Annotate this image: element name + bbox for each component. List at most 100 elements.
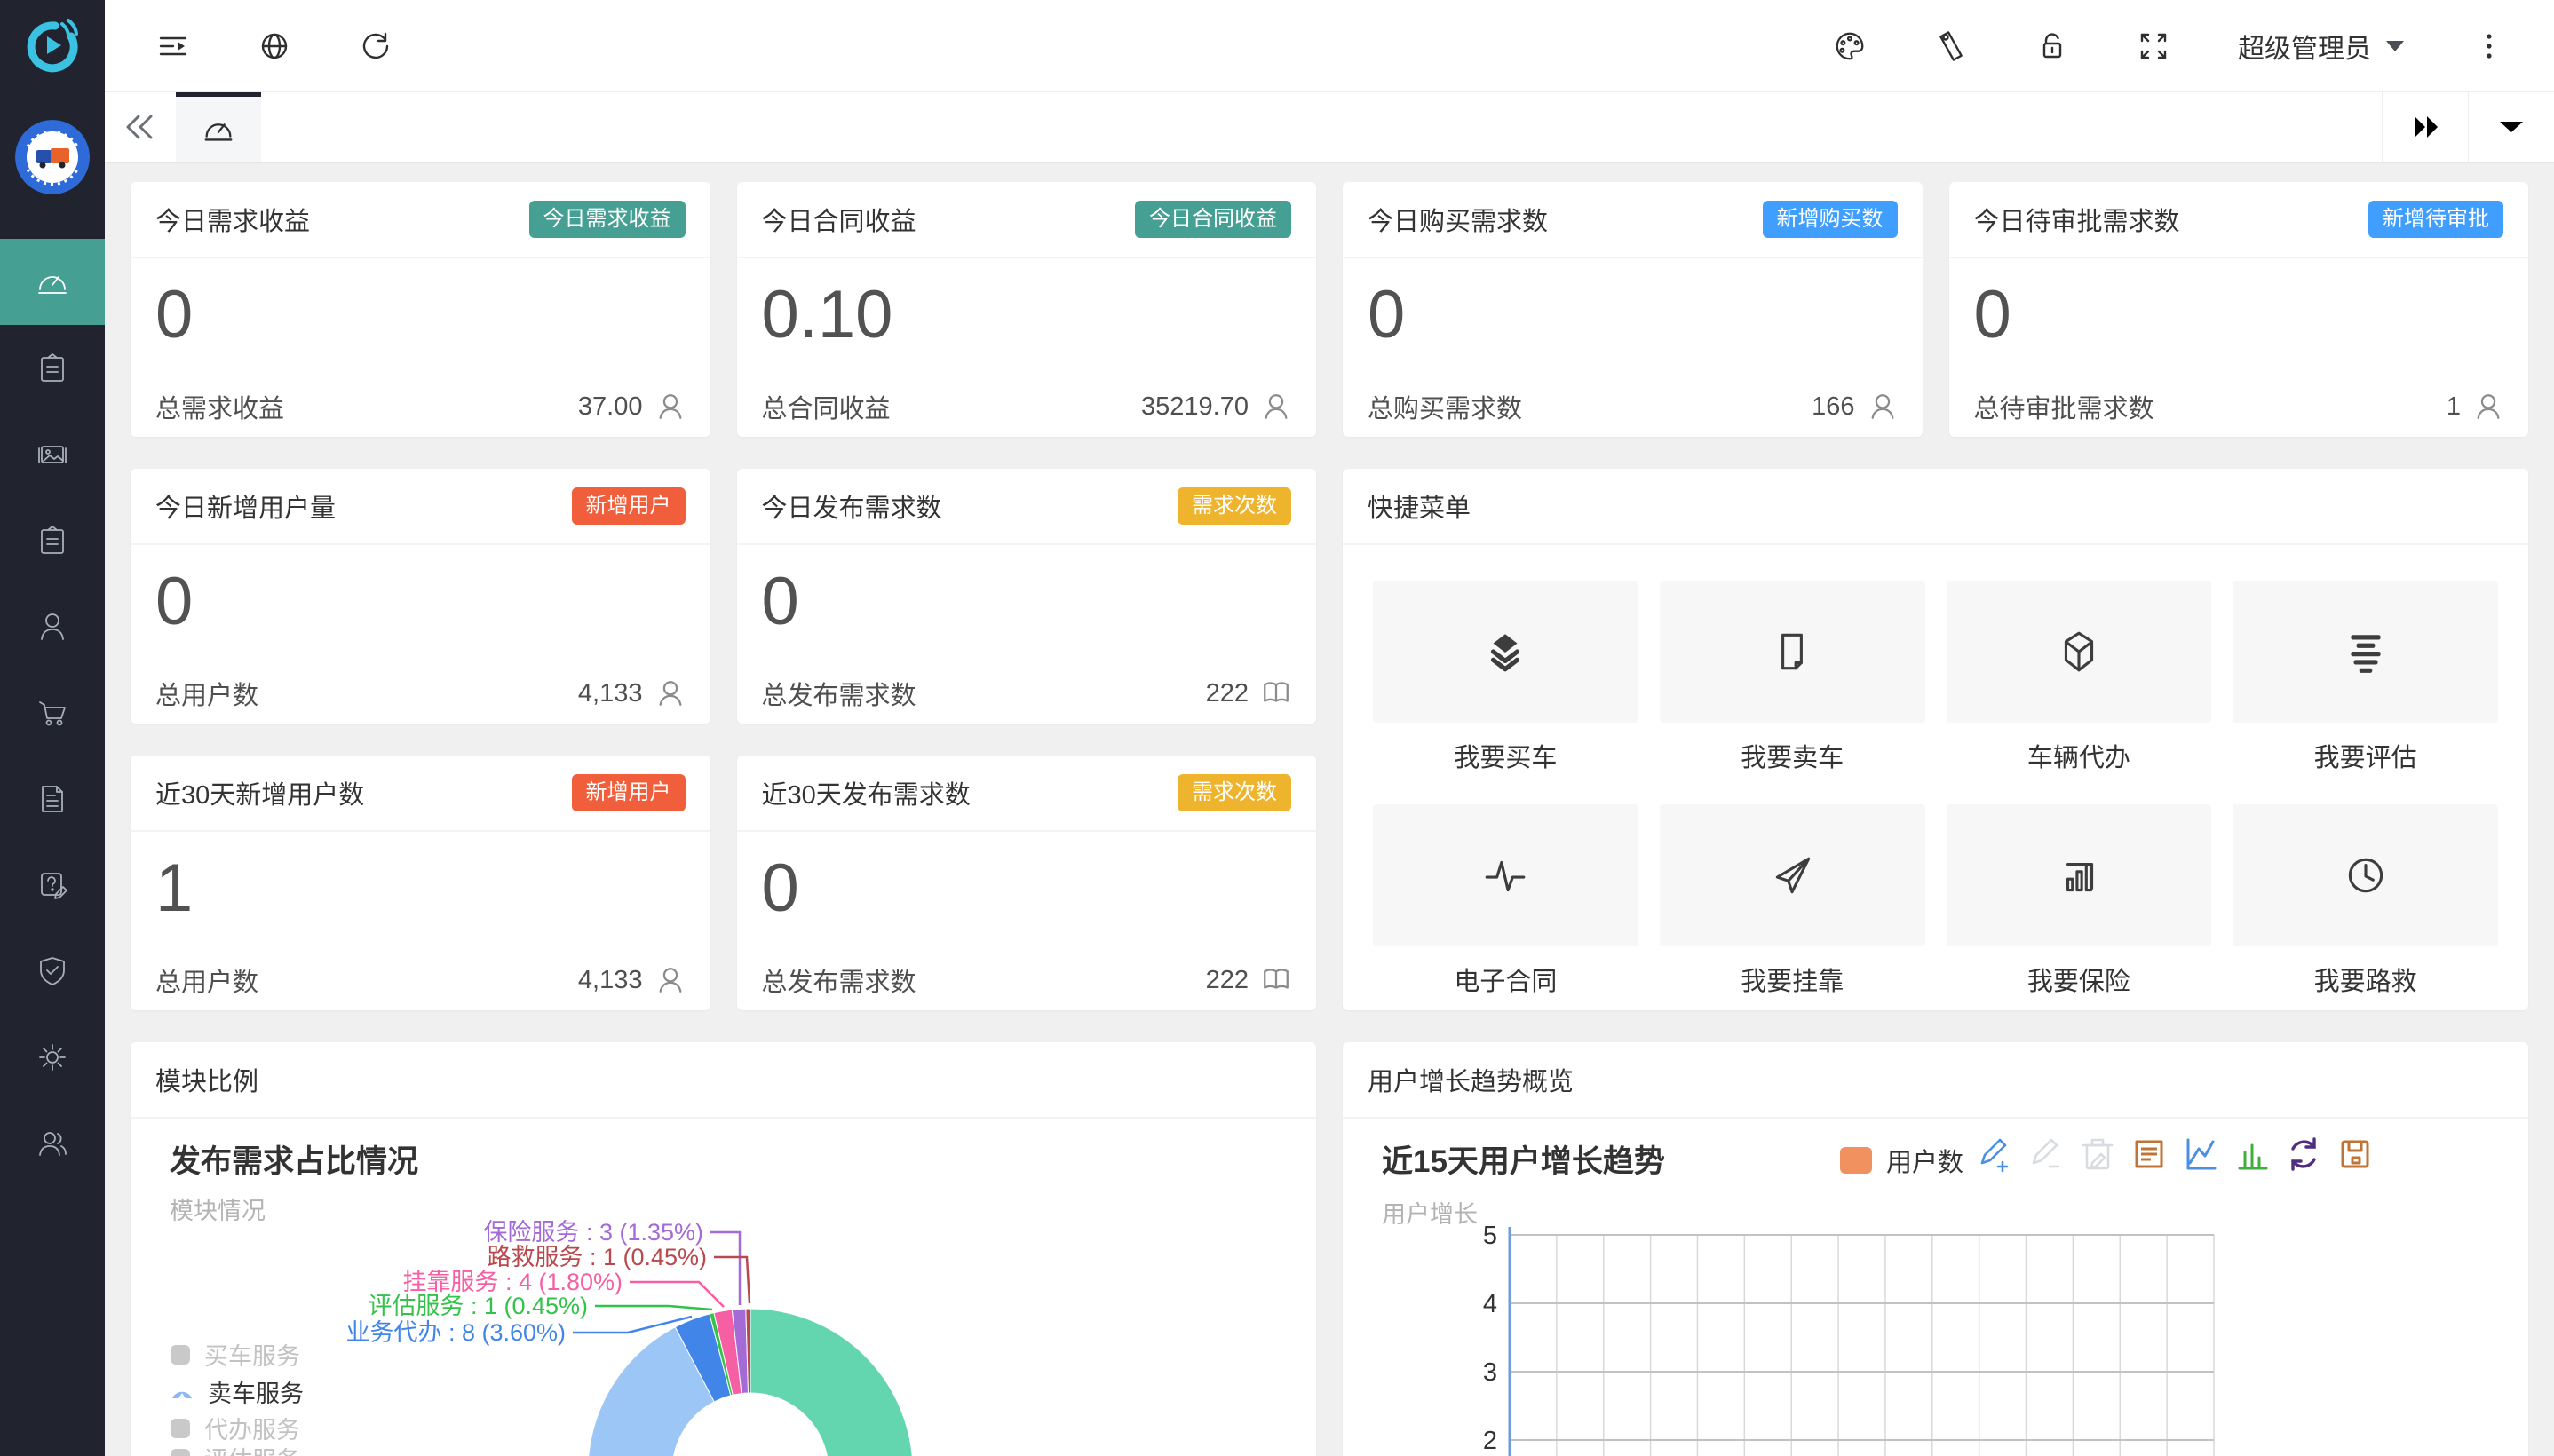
legend-label: 买车服务 [204,1337,300,1372]
sidebar-menu [0,239,105,1186]
save-image-icon[interactable] [2336,1135,2375,1174]
tab-strip [261,91,2382,162]
quick-item-evaluate[interactable]: 我要评估 [2233,581,2498,774]
tab-dashboard[interactable] [176,91,261,162]
theme-palette-icon[interactable] [1833,29,1867,63]
delete-icon[interactable] [2078,1135,2117,1174]
user-icon [655,392,686,422]
stat-value: 0 [1368,281,1898,349]
stat-card: 近30天发布需求数需求次数 0 总发布需求数 222 [737,756,1317,1010]
tag-icon[interactable] [1934,29,1968,63]
legend-swatch [171,1449,190,1456]
document-list-icon [35,781,70,817]
user-growth-card: 用户增长趋势概览 近15天用户增长趋势 用户数 用户增长 5432 [1343,1042,2528,1456]
stat-title: 近30天发布需求数 [762,774,971,811]
stat-badge: 新增待审批 [2368,201,2503,239]
stat-card: 今日待审批需求数新增待审批 0 总待审批需求数 1 [1949,182,2529,437]
legend-swatch [1840,1147,1872,1174]
sidebar [0,0,105,1456]
legend-swatch [171,1419,190,1438]
users-icon [35,1126,70,1161]
module-ratio-card: 模块比例 发布需求占比情况 模块情况 保险服务 : 3 (1.35%) 路救服务… [131,1042,1316,1456]
sidebar-item-accounts[interactable] [0,1100,105,1186]
dashboard-tab-icon [201,112,236,147]
cart-icon [35,695,70,731]
tabs-dropdown-icon[interactable] [2468,91,2554,162]
module-card-title: 模块比例 [155,1061,258,1098]
quick-item-label: 我要评估 [2233,737,2498,774]
quick-item-label: 电子合同 [1373,961,1638,998]
pie-callout-label: 评估服务 : 1 (0.45%) [215,1292,588,1320]
sidebar-item-purchases[interactable] [0,669,105,756]
stat-card: 今日合同收益今日合同收益 0.10 总合同收益 35219.70 [737,182,1317,437]
stat-total-value: 4,133 [578,679,643,708]
stat-total-value: 35219.70 [1141,392,1249,422]
pie-legend-item[interactable]: 评估服务 [171,1441,300,1456]
header-left [105,29,393,63]
quick-item-buy-car[interactable]: 我要买车 [1373,581,1638,774]
dashboard-icon [34,264,71,301]
globe-icon[interactable] [258,29,291,63]
legend-label: 卖车服务 [208,1374,304,1409]
stat-badge: 新增用户 [572,774,686,812]
tabs-scroll-right-icon[interactable] [2382,91,2468,162]
sidebar-item-media[interactable] [0,411,105,497]
stat-total-label: 总合同收益 [762,388,891,425]
fullscreen-icon[interactable] [2137,29,2170,63]
quick-item-road-rescue[interactable]: 我要路救 [2233,804,2498,998]
bar-frame-icon [2055,851,2103,899]
stat-title: 今日发布需求数 [762,487,942,525]
stat-badge: 新增用户 [572,487,686,526]
tabs-scroll-left-icon[interactable] [105,91,176,162]
shield-check-icon [35,954,70,989]
sidebar-item-dashboard[interactable] [0,239,105,325]
bar-chart-icon[interactable] [2233,1135,2272,1174]
quick-menu-title: 快捷菜单 [1368,487,1471,525]
series-legend[interactable]: 用户数 [1840,1142,1963,1179]
sidebar-item-feedback[interactable] [0,842,105,928]
quick-item-label: 我要卖车 [1660,737,1925,774]
svg-text:4: 4 [1483,1290,1497,1318]
quick-item-label: 我要挂靠 [1660,961,1925,998]
stat-value: 0 [155,568,686,636]
edit-add-icon[interactable] [1975,1135,2014,1174]
user-menu[interactable]: 超级管理员 [2238,27,2405,66]
line-chart-grid: 5432 [1476,1220,2257,1456]
sidebar-item-documents[interactable] [0,756,105,842]
sidebar-item-demands[interactable] [0,497,105,583]
quick-item-insurance[interactable]: 我要保险 [1947,804,2212,998]
line-chart-icon[interactable] [2181,1135,2220,1174]
quick-item-vehicle-agency[interactable]: 车辆代办 [1947,581,2212,774]
layers-icon [1481,628,1529,676]
sidebar-item-orders[interactable] [0,325,105,411]
pie-legend-item[interactable]: 卖车服务 [171,1374,304,1409]
stat-total-value: 222 [1206,966,1249,995]
quick-item-affiliate[interactable]: 我要挂靠 [1660,804,1925,998]
pie-legend-item[interactable]: 买车服务 [171,1337,300,1372]
user-menu-label: 超级管理员 [2238,27,2371,66]
refresh-icon[interactable] [359,29,393,63]
quick-item-econtract[interactable]: 电子合同 [1373,804,1638,998]
svg-text:5: 5 [1483,1222,1497,1250]
sidebar-item-audit[interactable] [0,928,105,1014]
sidebar-item-users[interactable] [0,583,105,669]
stat-card: 今日新增用户量新增用户 0 总用户数 4,133 [131,469,710,724]
edit-minus-icon[interactable] [2027,1135,2066,1174]
brand-logo [0,0,105,91]
svg-text:3: 3 [1483,1358,1497,1387]
legend-label: 评估服务 [204,1441,300,1456]
stat-badge: 需求次数 [1178,774,1291,812]
quick-item-sell-car[interactable]: 我要卖车 [1660,581,1925,774]
cube-icon [2055,628,2103,676]
clipboard-icon [35,351,70,386]
unlock-icon[interactable] [2035,29,2069,63]
restore-icon[interactable] [2284,1135,2323,1174]
menu-fold-icon[interactable] [156,29,190,63]
sidebar-item-settings[interactable] [0,1014,105,1100]
clock-icon [2342,851,2390,899]
kebab-menu-icon[interactable] [2472,29,2506,63]
user-icon [1868,392,1898,422]
stat-badge: 今日合同收益 [1135,201,1291,239]
stat-total-value: 37.00 [578,392,643,422]
data-view-icon[interactable] [2130,1135,2169,1174]
